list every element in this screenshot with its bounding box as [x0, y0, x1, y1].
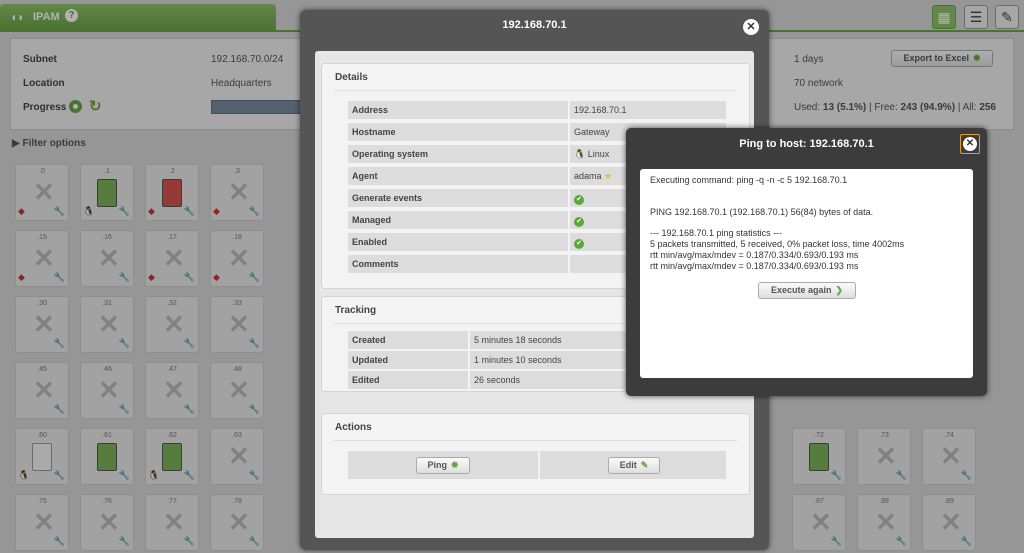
ping-output-line: Executing command: ping -q -n -c 5 192.1… [650, 175, 848, 185]
details-key: Hostname [348, 123, 568, 141]
details-title: Details [335, 72, 368, 83]
details-key: Agent [348, 167, 568, 185]
tracking-key: Edited [348, 371, 468, 389]
close-icon: ✕ [963, 137, 977, 151]
tracking-title: Tracking [335, 305, 377, 316]
details-value-text: Gateway [574, 127, 610, 137]
ping-button[interactable]: Ping ✹ [416, 457, 470, 474]
tracking-value-text: 26 seconds [474, 375, 521, 385]
ping-output-line: rtt min/avg/max/mdev = 0.187/0.334/0.693… [650, 250, 859, 260]
ping-output-line: --- 192.168.70.1 ping statistics --- [650, 228, 783, 238]
modal-title: 192.168.70.1 [502, 19, 567, 31]
details-value-text: 192.168.70.1 [574, 105, 627, 115]
details-key: Managed [348, 211, 568, 229]
divider [334, 440, 737, 441]
star-icon: ★ [601, 171, 613, 181]
pencil-icon: ✎ [640, 460, 649, 470]
linux-icon: 🐧 [574, 149, 588, 159]
edit-button[interactable]: Edit ✎ [608, 457, 660, 474]
divider [334, 90, 737, 91]
tracking-value-text: 5 minutes 18 seconds [474, 335, 562, 345]
check-icon: ✔ [574, 239, 584, 249]
tracking-key: Updated [348, 351, 468, 369]
details-row: Address 192.168.70.1 [348, 101, 726, 121]
details-key: Generate events [348, 189, 568, 207]
details-value-text: adama [574, 171, 602, 181]
ping-output-line: PING 192.168.70.1 (192.168.70.1) 56(84) … [650, 207, 874, 217]
actions-section: Actions Ping ✹ Edit ✎ [321, 413, 750, 495]
execute-again-button[interactable]: Execute again ❯ [758, 282, 856, 299]
actions-title: Actions [335, 422, 372, 433]
edit-cell: Edit ✎ [540, 451, 726, 479]
details-value-text: Linux [587, 149, 610, 159]
check-icon: ✔ [574, 195, 584, 205]
gear-icon: ✹ [450, 460, 459, 470]
details-key: Comments [348, 255, 568, 273]
check-icon: ✔ [574, 217, 584, 227]
details-value: 192.168.70.1 [570, 101, 726, 119]
ping-output-line: 5 packets transmitted, 5 received, 0% pa… [650, 239, 905, 249]
ping-modal: Ping to host: 192.168.70.1 ✕ Executing c… [626, 128, 987, 396]
close-icon[interactable]: ✕ [743, 19, 759, 35]
ping-cell: Ping ✹ [348, 451, 538, 479]
ping-output-line: rtt min/avg/max/mdev = 0.187/0.334/0.693… [650, 261, 859, 271]
tracking-value-text: 1 minutes 10 seconds [474, 355, 562, 365]
chevron-right-icon: ❯ [835, 285, 844, 295]
details-key: Enabled [348, 233, 568, 251]
ping-title: Ping to host: 192.168.70.1 [739, 138, 874, 150]
tracking-key: Created [348, 331, 468, 349]
ping-close-button[interactable]: ✕ [960, 134, 980, 154]
details-key: Address [348, 101, 568, 119]
details-key: Operating system [348, 145, 568, 163]
ping-output: Executing command: ping -q -n -c 5 192.1… [640, 169, 973, 378]
